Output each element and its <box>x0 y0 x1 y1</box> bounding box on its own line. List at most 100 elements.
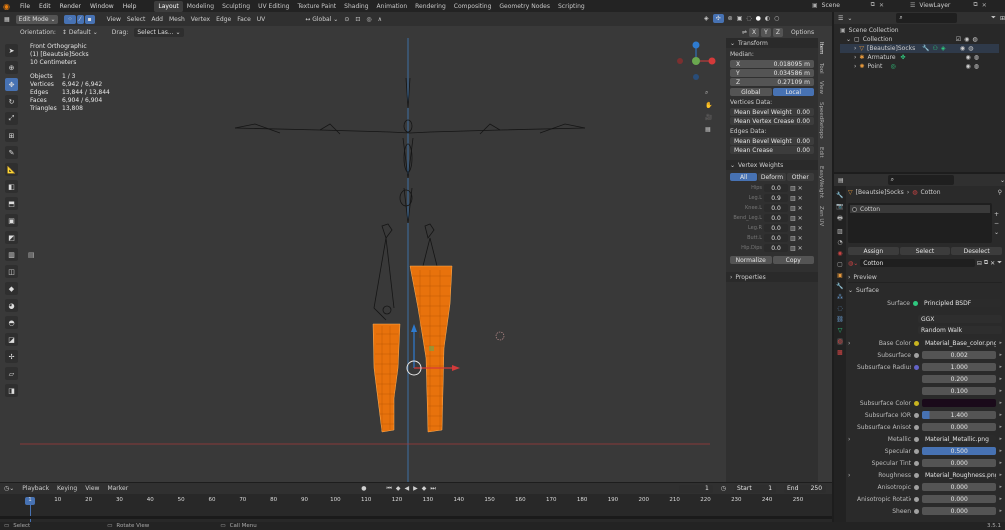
transform-tool-icon[interactable]: ⊞ <box>5 129 18 142</box>
number-field[interactable]: 0.002 <box>922 351 997 359</box>
bevel-tool-icon[interactable]: ◩ <box>5 231 18 244</box>
space-global-button[interactable]: Global <box>730 88 772 96</box>
socket-icon[interactable] <box>914 508 919 514</box>
view-layer-copy-icon[interactable]: ⧉ <box>973 1 977 9</box>
copy-weight-icon[interactable]: ▥ <box>790 235 796 242</box>
jump-start-icon[interactable]: ⏮ <box>386 485 391 493</box>
outliner-editor-icon[interactable]: ☰ <box>838 15 843 22</box>
animate-property-icon[interactable]: ▸ <box>999 508 1002 514</box>
number-field[interactable]: 1.400 <box>922 411 997 419</box>
menu-window[interactable]: Window <box>90 3 114 10</box>
scene-selector[interactable]: ▣ Scene ⧉ ✕ <box>812 1 884 9</box>
shear-tool-icon[interactable]: ▱ <box>5 367 18 380</box>
viewport-menu-select[interactable]: Select <box>127 16 146 23</box>
material-duplicate-icon[interactable]: ⧉ <box>984 259 988 267</box>
socket-icon[interactable] <box>914 496 919 502</box>
socket-icon[interactable] <box>914 389 919 394</box>
properties-options-icon[interactable]: ⌄ <box>1000 177 1005 184</box>
viewport-scene[interactable] <box>20 38 710 482</box>
texture-properties-icon[interactable]: ▩ <box>837 349 843 356</box>
normalize-button[interactable]: Normalize <box>730 256 772 264</box>
smooth-tool-icon[interactable]: ◓ <box>5 316 18 329</box>
collection-row[interactable]: ⌄ ▢ Collection ☑ ◉ ◍ <box>840 35 999 44</box>
mirror-z-button[interactable]: Z <box>772 28 783 37</box>
menu-render[interactable]: Render <box>60 3 81 10</box>
menu-edit[interactable]: Edit <box>39 3 51 10</box>
tab-scripting[interactable]: Scripting <box>554 1 589 12</box>
copy-weight-icon[interactable]: ▥ <box>790 185 796 192</box>
tab-easyweight[interactable]: EasyWeight <box>818 166 824 198</box>
scale-tool-icon[interactable]: ⤢ <box>5 112 18 125</box>
shrink-fatten-tool-icon[interactable]: ✢ <box>5 350 18 363</box>
copy-weight-icon[interactable]: ▥ <box>790 205 796 212</box>
number-field[interactable]: 0.000 <box>922 495 997 503</box>
assign-button[interactable]: Assign <box>848 247 899 255</box>
point-camera-icon[interactable]: ◍ <box>974 63 979 70</box>
socket-icon[interactable] <box>914 460 919 466</box>
transform-panel-header[interactable]: ⌄ Transform <box>726 38 818 48</box>
socket-icon[interactable] <box>914 377 919 382</box>
expand-arrow-icon[interactable]: › <box>848 436 854 443</box>
move-tool-icon[interactable]: ✥ <box>5 78 18 91</box>
vertex-weight-value[interactable]: 0.0 <box>764 214 788 222</box>
pin-icon[interactable]: ⚲ <box>998 189 1002 196</box>
collection-camera-icon[interactable]: ◍ <box>972 36 977 43</box>
tab-item[interactable]: Item <box>818 42 824 55</box>
tab-uv-editing[interactable]: UV Editing <box>254 1 293 12</box>
gizmo-toggle-icon[interactable]: ✣ <box>712 14 724 23</box>
animate-property-icon[interactable]: ▸ <box>999 460 1002 466</box>
copy-weight-icon[interactable]: ▥ <box>790 245 796 252</box>
surface-panel-header[interactable]: ⌄ Surface <box>848 285 1002 295</box>
vertex-weight-value[interactable]: 0.0 <box>764 234 788 242</box>
cursor-tool-icon[interactable]: ⊕ <box>5 61 18 74</box>
timeline-editor-icon[interactable]: ◷⌄ <box>4 485 14 492</box>
socket-icon[interactable] <box>914 340 919 346</box>
outliner-filter-icon[interactable]: ⌄ <box>847 15 852 22</box>
number-field[interactable]: 1.000 <box>922 363 997 371</box>
remove-weight-icon[interactable]: ✕ <box>798 245 803 252</box>
navigation-gizmo[interactable] <box>675 39 720 84</box>
remove-weight-icon[interactable]: ✕ <box>798 235 803 242</box>
properties-search-field[interactable]: ⌕ <box>887 175 954 185</box>
remove-weight-icon[interactable]: ✕ <box>798 225 803 232</box>
tab-shading[interactable]: Shading <box>340 1 372 12</box>
copy-button[interactable]: Copy <box>772 256 814 264</box>
material-filter-icon[interactable]: ⏷ <box>997 259 1002 267</box>
vw-tab-deform[interactable]: Deform <box>758 173 786 181</box>
poly-build-tool-icon[interactable]: ◆ <box>5 282 18 295</box>
annotate-tool-icon[interactable]: ✎ <box>5 146 18 159</box>
extrude-tool-icon[interactable]: ⬒ <box>5 197 18 210</box>
add-cube-tool-icon[interactable]: ◧ <box>5 180 18 193</box>
outliner-row-socks[interactable]: › ▽ [Beautsie]Socks 🔧 ⚇ ◈ ◉ ◍ <box>840 44 999 53</box>
view-layer-properties-icon[interactable]: ▨ <box>837 228 843 235</box>
face-select-icon[interactable]: ▪ <box>84 14 95 24</box>
vertex-group-name[interactable]: Knee.L <box>730 205 762 211</box>
armature-camera-icon[interactable]: ◍ <box>974 54 979 61</box>
select-button[interactable]: Select <box>899 247 951 255</box>
timeline-menu-playback[interactable]: Playback <box>22 485 49 492</box>
tab-rendering[interactable]: Rendering <box>411 1 450 12</box>
copy-weight-icon[interactable]: ▥ <box>790 195 796 202</box>
animate-property-icon[interactable]: ▸ <box>999 436 1002 442</box>
material-browse-icon[interactable]: ◍⌄ <box>848 260 858 267</box>
collection-properties-icon[interactable]: ▢ <box>837 261 843 268</box>
prev-key-icon[interactable]: ◆ <box>396 485 401 492</box>
rip-tool-icon[interactable]: ◨ <box>5 384 18 397</box>
data-properties-icon[interactable]: ▽ <box>838 327 843 334</box>
xray-toggle-icon[interactable]: ▣ <box>737 15 743 22</box>
expand-arrow-icon[interactable]: › <box>848 472 854 479</box>
animate-property-icon[interactable]: ▸ <box>999 496 1002 502</box>
camera-view-icon[interactable]: 🎥 <box>705 114 717 121</box>
tool-properties-icon[interactable]: 🔧 <box>836 192 843 199</box>
animate-property-icon[interactable]: ▸ <box>999 472 1002 478</box>
material-properties-icon[interactable]: ◍ <box>837 338 843 345</box>
tab-tool[interactable]: Tool <box>818 63 824 74</box>
socket-icon[interactable] <box>914 352 919 358</box>
subsurface-method-dropdown[interactable]: Random Walk <box>918 326 1002 334</box>
menu-help[interactable]: Help <box>123 3 137 10</box>
socket-icon[interactable] <box>914 484 919 490</box>
mirror-x-button[interactable]: X <box>749 28 760 37</box>
number-field[interactable]: 0.000 <box>922 423 997 431</box>
point-light[interactable] <box>495 331 505 341</box>
remove-slot-icon[interactable]: − <box>994 220 1002 227</box>
